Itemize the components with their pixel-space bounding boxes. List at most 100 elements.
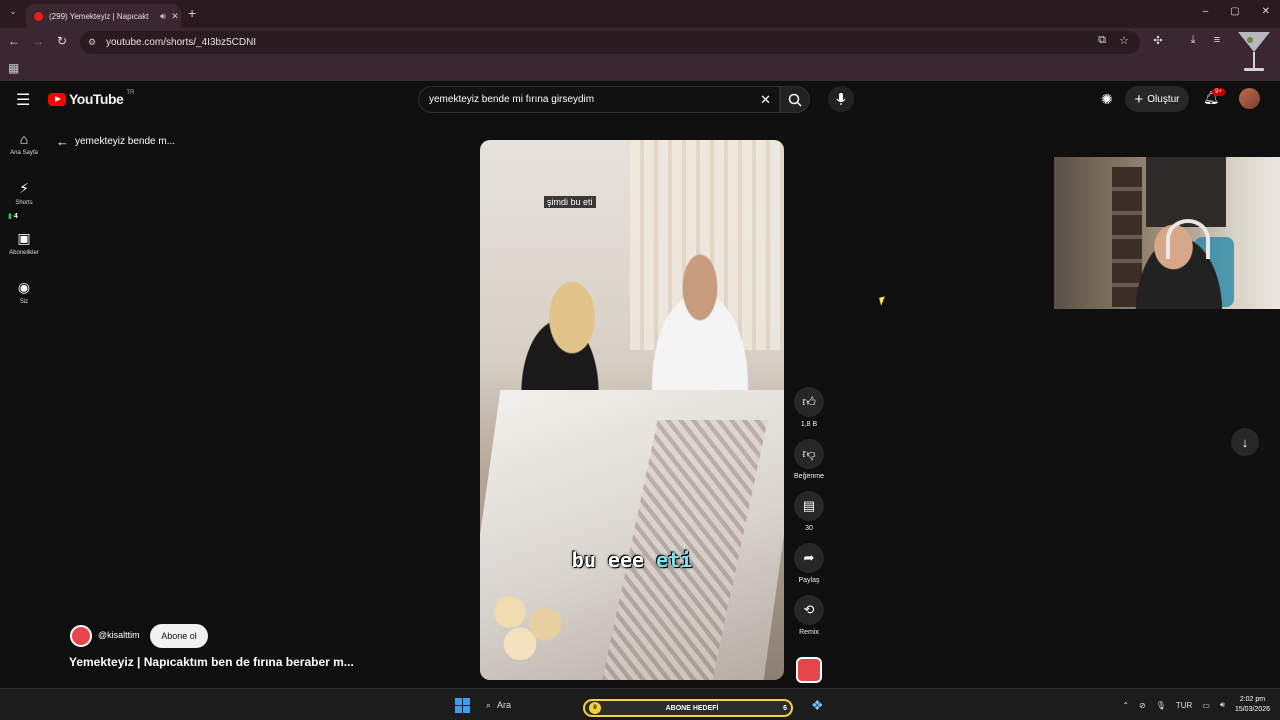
search-button[interactable]: [780, 86, 810, 113]
user-icon: ◉: [17, 279, 31, 295]
new-tab-button[interactable]: +: [188, 5, 196, 21]
subscriber-goal-widget: 0 ABONE HEDEFİ 6: [583, 699, 793, 717]
windows-taskbar: ⌕ Ara 0 ABONE HEDEFİ 6 ❖ ⌃ ⊘ 🎙︎ TUR ▭ 🔊︎…: [0, 688, 1280, 720]
dislike-button[interactable]: 👎︎ Beğenme: [792, 439, 826, 480]
reading-list-icon[interactable]: ≡: [1209, 34, 1225, 46]
network-off-icon[interactable]: ⊘: [1139, 701, 1146, 710]
shorts-video-player[interactable]: [480, 140, 784, 680]
tray-chevron-icon[interactable]: ⌃: [1122, 701, 1129, 710]
microphone-icon: [836, 93, 846, 105]
plus-icon: +: [1134, 90, 1144, 108]
like-count: 1,8 B: [800, 421, 818, 428]
subscriptions-icon: ▣: [17, 230, 31, 246]
country-code: TR: [126, 90, 135, 96]
bookmark-star-icon[interactable]: ☆: [1116, 34, 1132, 47]
extensions-icon[interactable]: ✣: [1150, 34, 1166, 47]
windows-start-icon[interactable]: [455, 698, 470, 713]
caption-text: bu eee: [571, 548, 657, 572]
comment-icon: ▤: [794, 491, 824, 521]
clock[interactable]: 2:02 pm 15/03/2026: [1235, 695, 1270, 715]
create-button[interactable]: + Oluştur: [1125, 86, 1189, 112]
goal-target: 6: [783, 704, 787, 712]
webcam-headset: [1166, 219, 1210, 259]
home-icon: ⌂: [19, 131, 29, 147]
martini-glass-icon: [1238, 32, 1270, 71]
back-arrow-icon: ←: [56, 134, 69, 149]
goal-current: 0: [589, 702, 601, 714]
apps-grid-icon[interactable]: ▦: [8, 61, 19, 75]
back-to-search[interactable]: ← yemekteyiz bende m...: [56, 134, 175, 149]
speaker-icon[interactable]: 🔊︎: [157, 11, 169, 22]
search-value: yemekteyiz bende mi fırına girseydim: [429, 94, 595, 105]
browser-tab[interactable]: (299) Yemekteyiz | Napıcakt 🔊︎ ✕: [26, 4, 181, 28]
sidebar-item-label: Abonelikler: [9, 250, 39, 256]
video-title[interactable]: Yemekteyiz | Napıcaktım ben de fırına be…: [69, 655, 354, 669]
next-video-button[interactable]: ↓: [1231, 428, 1259, 456]
shorts-icon: ⚡︎: [19, 180, 29, 196]
display-icon[interactable]: ▭: [1202, 701, 1210, 710]
tab-title: (299) Yemekteyiz | Napıcakt: [49, 11, 149, 21]
sidebar-item-subscriptions[interactable]: ▣ Abonelikler: [0, 230, 48, 256]
youtube-favicon-icon: [34, 11, 43, 21]
video-subtitle-top: şimdi bu eti: [544, 196, 596, 208]
clock-time: 2:02 pm: [1239, 696, 1266, 703]
arrow-down-icon: ↓: [1241, 434, 1249, 450]
forward-icon[interactable]: →: [30, 34, 46, 48]
mouse-cursor-icon: [879, 296, 887, 306]
studio-icon[interactable]: ✺: [1101, 91, 1113, 108]
site-info-icon[interactable]: ⚙: [88, 37, 100, 48]
address-bar[interactable]: ⚙ youtube.com/shorts/_4I3bz5CDNI: [80, 31, 1140, 54]
sidebar-item-you[interactable]: ◉ Siz: [0, 279, 48, 305]
share-button[interactable]: ➦ Paylaş: [792, 543, 826, 584]
youtube-play-icon: [48, 92, 66, 106]
close-window-button[interactable]: ✕: [1262, 6, 1270, 17]
like-button[interactable]: 👍︎ 1,8 B: [792, 387, 826, 428]
youtube-logo[interactable]: YouTube TR: [48, 90, 135, 107]
search-icon: ⌕: [486, 699, 492, 710]
subscribe-button[interactable]: Abone ol: [150, 624, 208, 648]
sidebar-item-label: Ana Sayfa: [10, 150, 38, 156]
search-input[interactable]: yemekteyiz bende mi fırına girseydim ✕: [418, 86, 780, 113]
account-avatar[interactable]: [1239, 88, 1260, 109]
menu-icon[interactable]: ☰: [16, 90, 30, 110]
taskbar-search[interactable]: ⌕ Ara: [480, 694, 580, 716]
remix-button[interactable]: ⟲ Remix: [792, 595, 826, 636]
search-icon: [788, 93, 802, 107]
taskbar-search-label: Ara: [497, 700, 512, 710]
sidebar-item-shorts[interactable]: ⚡︎ Shorts: [0, 180, 48, 206]
clear-search-icon[interactable]: ✕: [760, 92, 771, 108]
clock-date: 15/03/2026: [1234, 706, 1270, 713]
dislike-label: Beğenme: [794, 473, 824, 480]
tray-microphone-icon[interactable]: 🎙︎: [1156, 701, 1166, 710]
back-label: yemekteyiz bende m...: [75, 136, 176, 147]
tab-search-icon[interactable]: ⌄: [6, 6, 20, 20]
install-app-icon[interactable]: ⧉: [1094, 34, 1110, 47]
language-indicator[interactable]: TUR: [1176, 701, 1192, 710]
channel-handle[interactable]: @kisalttim: [98, 630, 140, 640]
channel-thumbnail[interactable]: [796, 657, 822, 683]
sidebar-item-label: Siz: [19, 299, 29, 305]
shorts-count: 4: [13, 213, 18, 220]
webcam-overlay: [1054, 157, 1280, 309]
system-tray: ⌃ ⊘ 🎙︎ TUR ▭ 🔊︎ 2:02 pm 15/03/2026: [1122, 695, 1270, 715]
sidebar-item-home[interactable]: ⌂ Ana Sayfa: [0, 131, 48, 156]
restore-button[interactable]: ▢: [1230, 6, 1239, 17]
url-text: youtube.com/shorts/_4I3bz5CDNI: [106, 37, 257, 48]
goal-label: ABONE HEDEFİ: [665, 704, 719, 712]
downloads-icon[interactable]: ⤓: [1185, 34, 1201, 47]
comments-button[interactable]: ▤ 30: [792, 491, 826, 532]
create-label: Oluştur: [1147, 93, 1180, 105]
volume-icon[interactable]: 🔊︎: [1220, 700, 1225, 710]
pinned-app-icon[interactable]: ❖: [811, 697, 824, 714]
window-controls: – ▢ ✕: [1203, 6, 1270, 17]
video-bread: [480, 580, 580, 660]
voice-search-button[interactable]: [828, 86, 854, 112]
sidebar-item-label: Shorts: [15, 200, 33, 206]
share-label: Paylaş: [798, 577, 820, 584]
reload-icon[interactable]: ↻: [54, 34, 70, 48]
channel-avatar[interactable]: [70, 625, 92, 647]
logo-text: YouTube: [69, 91, 124, 107]
back-icon[interactable]: ←: [6, 34, 22, 48]
minimize-button[interactable]: –: [1203, 6, 1209, 17]
tab-close-icon[interactable]: ✕: [169, 11, 181, 22]
